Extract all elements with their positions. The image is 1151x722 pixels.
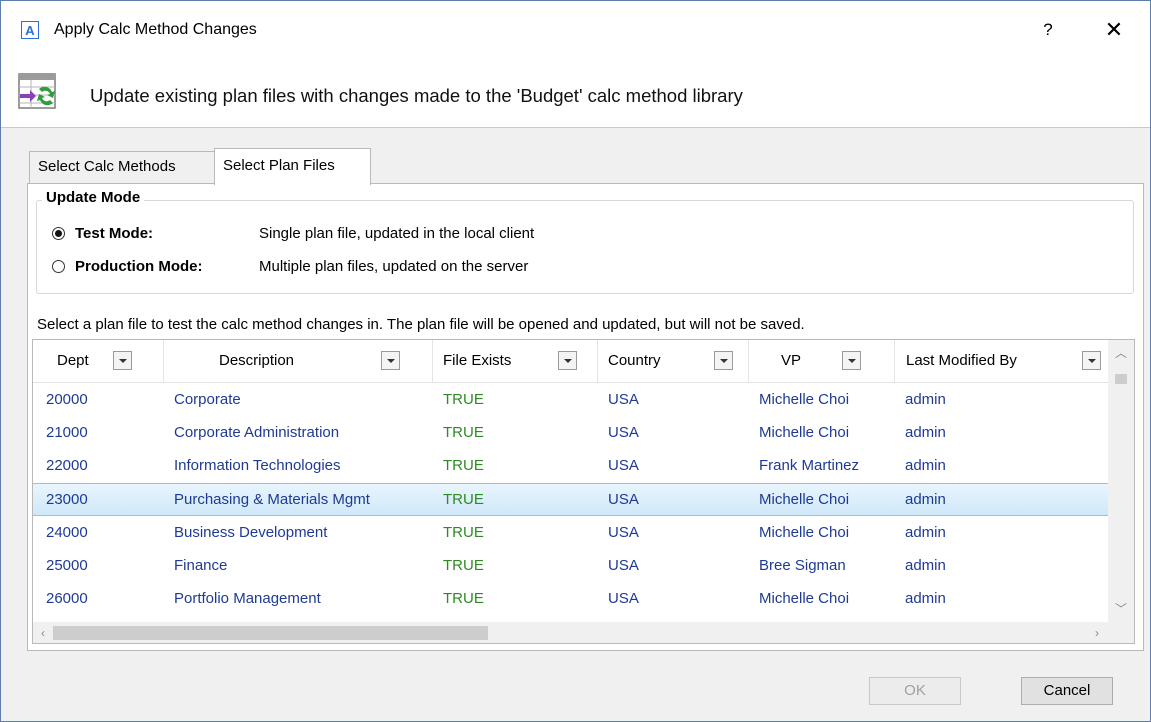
vp-cell: Michelle Choi xyxy=(759,424,850,442)
dept-cell: 22000 xyxy=(46,457,88,475)
country-filter-button[interactable] xyxy=(714,351,733,370)
dept-cell: 21000 xyxy=(46,424,88,442)
vp-cell: Michelle Choi xyxy=(759,523,850,541)
file-exists-cell: TRUE xyxy=(443,590,484,608)
help-button[interactable]: ? xyxy=(1036,17,1060,43)
country-cell: USA xyxy=(608,391,639,408)
modified-by-cell: admin xyxy=(905,391,946,408)
production-mode-label: Production Mode: xyxy=(75,257,203,275)
table-row[interactable]: 26000 Portfolio Management TRUE USA Michelle… xyxy=(33,582,1108,615)
scroll-up-icon[interactable]: ︿ xyxy=(1114,346,1128,360)
table-row[interactable]: 22000 Information Technologies TRUE USA Fran… xyxy=(33,449,1108,482)
scroll-left-icon[interactable]: ‹ xyxy=(36,625,50,641)
dept-cell: 24000 xyxy=(46,523,88,541)
last-modified-filter-button[interactable] xyxy=(1082,351,1101,370)
tab-panel: Update Mode Test Mode: Single plan file,… xyxy=(27,183,1144,651)
modified-by-cell: admin xyxy=(905,590,946,608)
description-filter-button[interactable] xyxy=(381,351,400,370)
dept-cell: 26000 xyxy=(46,590,88,608)
vertical-scrollbar[interactable]: ︿ ﹀ xyxy=(1108,340,1134,622)
grid-header: Dept Description File Exists Country VP … xyxy=(33,340,1108,383)
vp-cell: Michelle Choi xyxy=(759,490,850,508)
column-header-vp[interactable]: VP xyxy=(749,340,894,382)
country-cell: USA xyxy=(608,457,639,475)
update-mode-group: Update Mode Test Mode: Single plan file,… xyxy=(36,189,1134,294)
dialog: A Apply Calc Method Changes ? ✕ Update e… xyxy=(0,0,1151,722)
dept-cell: 23000 xyxy=(46,490,88,508)
table-row[interactable]: 23000 Purchasing & Materials Mgmt TRUE USA M… xyxy=(33,482,1108,516)
test-mode-label: Test Mode: xyxy=(75,224,154,242)
scroll-down-icon[interactable]: ﹀ xyxy=(1114,602,1128,616)
column-header-last-modified-by[interactable]: Last Modified By xyxy=(895,340,1108,382)
app-logo-icon: A xyxy=(21,21,39,39)
window-title: Apply Calc Method Changes xyxy=(54,21,257,38)
country-cell: USA xyxy=(608,590,639,608)
vp-cell: Michelle Choi xyxy=(759,391,850,408)
sync-calc-method-icon xyxy=(18,73,56,109)
ok-button[interactable]: OK xyxy=(869,677,961,705)
country-cell: USA xyxy=(608,490,639,508)
horizontal-scrollbar[interactable]: ‹ › xyxy=(33,622,1108,643)
description-cell: Corporate Administration xyxy=(174,424,340,442)
horizontal-scroll-thumb[interactable] xyxy=(53,626,488,640)
plan-files-grid: Dept Description File Exists Country VP … xyxy=(32,339,1135,644)
file-exists-cell: TRUE xyxy=(443,391,484,408)
dept-filter-button[interactable] xyxy=(113,351,132,370)
table-row[interactable]: 21000 Corporate Administration TRUE USA Mich… xyxy=(33,416,1108,449)
file-exists-cell: TRUE xyxy=(443,424,484,442)
table-row[interactable]: 25000 Finance TRUE USA Bree Sigman admin xyxy=(33,549,1108,582)
dialog-body: Select Calc Methods Select Plan Files Up… xyxy=(1,128,1150,721)
description-cell: Finance xyxy=(174,557,228,574)
country-cell: USA xyxy=(608,557,639,574)
update-mode-legend: Update Mode xyxy=(42,189,145,206)
production-mode-description: Multiple plan files, updated on the serv… xyxy=(259,257,529,275)
column-header-country[interactable]: Country xyxy=(598,340,748,382)
file-exists-cell: TRUE xyxy=(443,490,484,508)
instruction-text: Select a plan file to test the calc meth… xyxy=(37,316,805,333)
vp-cell: Bree Sigman xyxy=(759,557,846,574)
table-row[interactable]: 20000 Corporate TRUE USA Michelle Choi admin xyxy=(33,383,1108,416)
vp-filter-button[interactable] xyxy=(842,351,861,370)
test-mode-radio[interactable] xyxy=(52,226,65,240)
vp-cell: Frank Martinez xyxy=(759,457,860,475)
cancel-button[interactable]: Cancel xyxy=(1021,677,1113,705)
test-mode-option[interactable]: Test Mode: Single plan file, updated in … xyxy=(52,221,534,245)
country-cell: USA xyxy=(608,424,639,442)
tab-select-plan-files[interactable]: Select Plan Files xyxy=(214,148,371,185)
file-exists-cell: TRUE xyxy=(443,523,484,541)
modified-by-cell: admin xyxy=(905,557,946,574)
column-header-description[interactable]: Description xyxy=(164,340,432,382)
file-exists-cell: TRUE xyxy=(443,557,484,574)
header-description: Update existing plan files with changes … xyxy=(90,85,743,106)
dialog-header: Update existing plan files with changes … xyxy=(1,61,1150,128)
vp-cell: Michelle Choi xyxy=(759,590,850,608)
modified-by-cell: admin xyxy=(905,424,946,442)
test-mode-description: Single plan file, updated in the local c… xyxy=(259,224,535,242)
description-cell: Portfolio Management xyxy=(174,590,321,608)
column-header-dept[interactable]: Dept xyxy=(33,340,163,382)
scroll-right-icon[interactable]: › xyxy=(1090,625,1104,641)
close-button[interactable]: ✕ xyxy=(1099,15,1129,45)
production-mode-radio[interactable] xyxy=(52,259,65,273)
table-row[interactable]: 24000 Business Development TRUE USA Michelle… xyxy=(33,516,1108,549)
dept-cell: 20000 xyxy=(46,391,88,408)
production-mode-option[interactable]: Production Mode: Multiple plan files, up… xyxy=(52,254,528,278)
file-exists-cell: TRUE xyxy=(443,457,484,475)
country-cell: USA xyxy=(608,523,639,541)
column-header-file-exists[interactable]: File Exists xyxy=(433,340,597,382)
description-cell: Information Technologies xyxy=(174,457,341,475)
vertical-scroll-thumb[interactable] xyxy=(1115,374,1127,384)
title-bar: A Apply Calc Method Changes ? ✕ xyxy=(1,1,1150,61)
modified-by-cell: admin xyxy=(905,457,946,475)
modified-by-cell: admin xyxy=(905,490,946,508)
modified-by-cell: admin xyxy=(905,523,946,541)
tab-select-calc-methods[interactable]: Select Calc Methods xyxy=(29,151,215,184)
description-cell: Purchasing & Materials Mgmt xyxy=(174,490,370,508)
dept-cell: 25000 xyxy=(46,557,88,574)
description-cell: Corporate xyxy=(174,391,241,408)
scrollbar-corner xyxy=(1108,622,1134,643)
description-cell: Business Development xyxy=(174,523,328,541)
file-exists-filter-button[interactable] xyxy=(558,351,577,370)
